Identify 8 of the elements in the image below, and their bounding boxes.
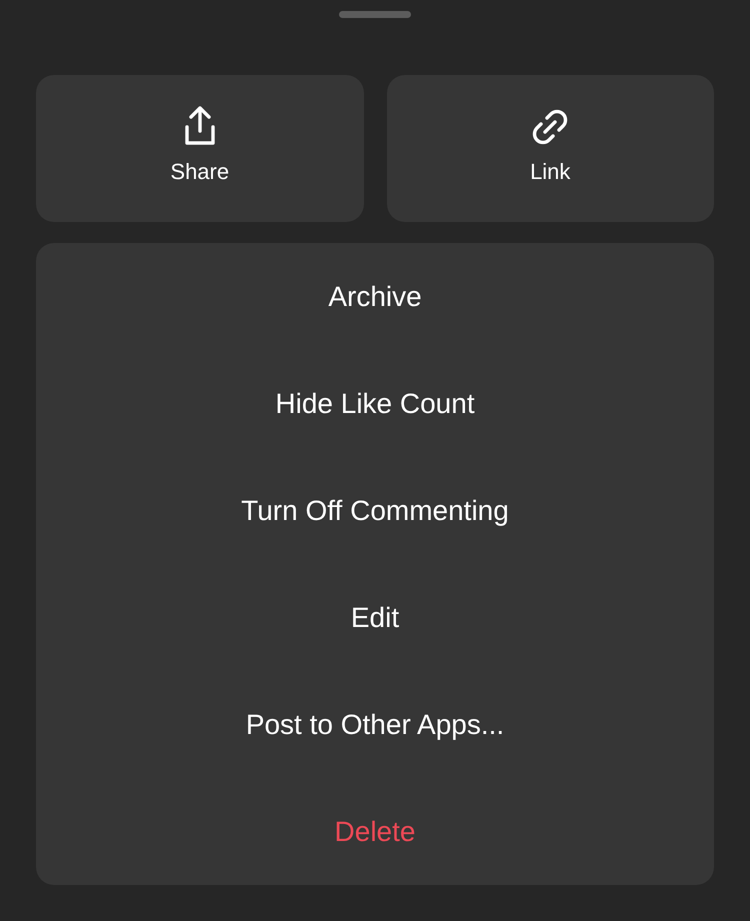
menu-item[interactable]: Edit [36, 564, 714, 671]
menu-item[interactable]: Post to Other Apps... [36, 671, 714, 778]
link-button[interactable]: Link [386, 75, 714, 222]
menu-item[interactable]: Turn Off Commenting [36, 457, 714, 564]
share-button[interactable]: Share [36, 75, 364, 222]
menu-item[interactable]: Hide Like Count [36, 350, 714, 457]
menu-item[interactable]: Archive [36, 243, 714, 350]
drag-handle[interactable] [339, 11, 411, 18]
